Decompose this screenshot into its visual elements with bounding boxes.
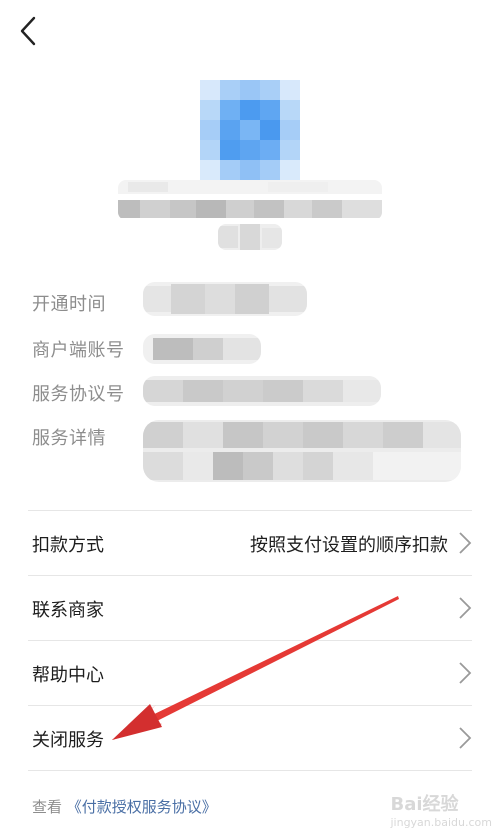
deduct-method-label: 扣款方式 <box>32 535 104 556</box>
watermark-logo: Bai经验 jingyan.baidu.com <box>390 790 492 829</box>
merchant-account-value-blurred <box>143 334 261 364</box>
merchant-name-blurred <box>118 180 382 218</box>
contact-merchant-row[interactable]: 联系商家 <box>0 576 500 640</box>
deduct-method-row[interactable]: 扣款方式 按照支付设置的顺序扣款 <box>0 511 500 575</box>
help-center-row[interactable]: 帮助中心 <box>0 641 500 705</box>
close-service-row[interactable]: 关闭服务 <box>0 706 500 770</box>
chevron-right-icon <box>459 727 472 749</box>
merchant-subtitle-blurred <box>218 224 282 250</box>
agreement-number-label: 服务协议号 <box>32 384 125 405</box>
back-chevron-icon[interactable] <box>14 14 44 48</box>
service-detail-label: 服务详情 <box>32 428 106 449</box>
agreement-number-value-blurred <box>143 376 381 406</box>
watermark-text: Bai经验 <box>390 794 459 815</box>
merchant-logo <box>200 80 300 180</box>
contact-merchant-label: 联系商家 <box>32 600 104 621</box>
divider <box>28 770 472 771</box>
footer-prefix: 查看 <box>32 798 63 816</box>
open-time-label: 开通时间 <box>32 294 106 315</box>
chevron-right-icon <box>459 597 472 619</box>
chevron-right-icon <box>459 532 472 554</box>
close-service-label: 关闭服务 <box>32 730 104 751</box>
merchant-account-label: 商户端账号 <box>32 340 125 361</box>
footer-agreement: 查看 《付款授权服务协议》 <box>32 796 217 817</box>
chevron-right-icon <box>459 662 472 684</box>
service-detail-value-blurred <box>143 420 461 482</box>
open-time-value-blurred <box>143 282 307 316</box>
deduct-method-value: 按照支付设置的顺序扣款 <box>250 535 448 556</box>
watermark-sub: jingyan.baidu.com <box>390 816 492 829</box>
help-center-label: 帮助中心 <box>32 665 104 686</box>
payment-agreement-link[interactable]: 《付款授权服务协议》 <box>67 798 217 816</box>
